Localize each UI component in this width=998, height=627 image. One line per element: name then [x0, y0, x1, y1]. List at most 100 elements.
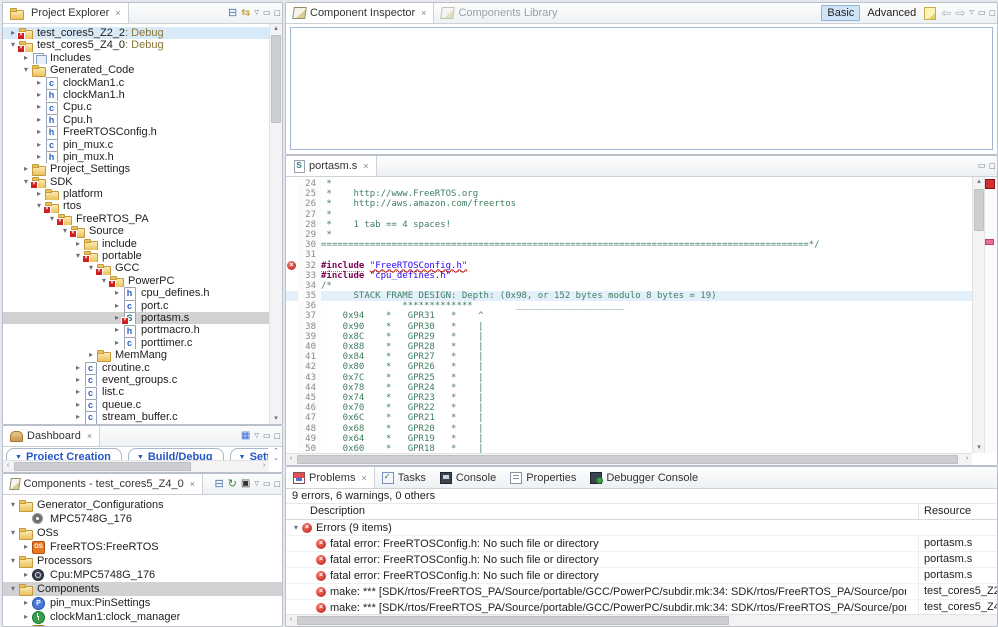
tree-row[interactable]: Cpu.h	[3, 114, 269, 127]
expander-icon[interactable]	[20, 596, 32, 610]
forward-arrow-icon[interactable]: ⇨	[955, 4, 965, 22]
tree-row[interactable]: Project_Settings	[3, 163, 269, 176]
tree-row[interactable]: OSs	[3, 526, 282, 540]
minimize-icon[interactable]: ▭	[263, 4, 271, 22]
project-explorer-vscrollbar[interactable]: ▴ ▾	[269, 24, 282, 424]
tree-row[interactable]: Generator_Configurations	[3, 498, 282, 512]
problems-hscrollbar[interactable]: ‹	[286, 614, 997, 626]
expander-icon[interactable]	[20, 624, 32, 626]
tree-row[interactable]: event_groups.c	[3, 374, 269, 387]
tree-row[interactable]: PowerPC	[3, 275, 269, 288]
tree-row[interactable]: GCC	[3, 262, 269, 275]
tree-row[interactable]: Processors	[3, 554, 282, 568]
tree-row[interactable]: pin_mux.h	[3, 151, 269, 164]
column-resource[interactable]: Resource	[918, 504, 997, 519]
maximize-icon[interactable]: □	[275, 475, 280, 493]
expander-icon[interactable]	[20, 540, 32, 554]
scroll-thumb[interactable]	[297, 616, 729, 625]
problems-group-row[interactable]: Errors (9 items)	[286, 520, 997, 536]
expander-icon[interactable]	[20, 610, 32, 624]
customize-icon[interactable]: ▦	[241, 427, 250, 445]
note-icon[interactable]	[924, 6, 937, 20]
close-icon[interactable]: ×	[87, 431, 92, 441]
expander-icon[interactable]	[33, 77, 45, 89]
scroll-thumb[interactable]	[271, 35, 281, 123]
expander-icon[interactable]	[33, 151, 45, 163]
code-area[interactable]: 24 * 25 * http://www.FreeRTOS.org 26 * h…	[286, 177, 972, 453]
expander-icon[interactable]	[33, 89, 45, 101]
collapse-all-icon[interactable]: ⊟	[214, 475, 223, 493]
scroll-down-icon[interactable]: ⌄	[270, 454, 282, 464]
tab-portasm[interactable]: portasm.s ×	[286, 156, 377, 176]
tree-row[interactable]: pin_mux:PinSettings	[3, 596, 282, 610]
tree-row[interactable]: clockMan1:clock_manager	[3, 610, 282, 624]
tree-row[interactable]: test_cores5_Z4_0 : Debug	[3, 39, 269, 52]
tree-row[interactable]: Components	[3, 582, 282, 596]
expander-icon[interactable]	[7, 554, 19, 568]
tab-component-inspector[interactable]: Component Inspector ×	[286, 3, 435, 23]
tab-dashboard[interactable]: Dashboard ×	[3, 426, 101, 446]
expander-icon[interactable]	[33, 188, 45, 200]
editor-hscrollbar[interactable]: ‹ ›	[286, 453, 972, 465]
close-icon[interactable]: ×	[115, 8, 120, 18]
mode-button[interactable]: Basic	[821, 5, 861, 21]
expander-icon[interactable]	[20, 64, 32, 76]
tree-row[interactable]: Includes	[3, 52, 269, 65]
view-menu-icon[interactable]: ▽	[969, 4, 974, 22]
tree-row[interactable]: portmacro.h	[3, 324, 269, 337]
bottom-view-tab[interactable]: Console	[433, 467, 503, 488]
tree-row[interactable]: port.c	[3, 300, 269, 312]
expander-icon[interactable]	[72, 238, 84, 250]
tree-row[interactable]: SDK	[3, 176, 269, 189]
tab-project-explorer[interactable]: Project Explorer ×	[3, 3, 129, 23]
scroll-left-icon[interactable]: ‹	[286, 615, 296, 625]
problem-row[interactable]: fatal error: FreeRTOSConfig.h: No such f…	[286, 568, 997, 584]
close-icon[interactable]: ×	[363, 161, 368, 171]
tree-row[interactable]: stream_buffer.c	[3, 411, 269, 424]
tree-row[interactable]: Cpu:MPC5748G_176	[3, 568, 282, 582]
expander-icon[interactable]	[20, 568, 32, 582]
tree-row[interactable]: queue.c	[3, 399, 269, 412]
generate-report-icon[interactable]: ▣	[241, 475, 250, 493]
expander-icon[interactable]	[111, 300, 123, 312]
tree-row[interactable]: test_cores5_Z2_2 : Debug	[3, 27, 269, 40]
expander-icon[interactable]	[111, 337, 123, 349]
tree-row[interactable]: FreeRTOS_PA	[3, 213, 269, 226]
maximize-icon[interactable]: □	[275, 4, 280, 22]
scroll-thumb[interactable]	[14, 462, 191, 471]
tree-row[interactable]: rtos	[3, 200, 269, 213]
bottom-view-tab[interactable]: Tasks	[375, 467, 433, 488]
generate-code-icon[interactable]: ↻	[228, 475, 237, 493]
tree-row[interactable]: MPC5748G_176	[3, 512, 282, 526]
expander-icon[interactable]	[33, 126, 45, 138]
problem-row[interactable]: fatal error: FreeRTOSConfig.h: No such f…	[286, 536, 997, 552]
expander-icon[interactable]	[72, 399, 84, 411]
maximize-icon[interactable]: □	[275, 427, 280, 445]
close-icon[interactable]: ×	[190, 479, 195, 489]
tree-row[interactable]: list.c	[3, 386, 269, 399]
expander-icon[interactable]	[72, 374, 84, 386]
dashboard-hscrollbar[interactable]: ‹ ›	[3, 460, 269, 472]
mode-button[interactable]: Advanced	[862, 6, 921, 20]
minimize-icon[interactable]: ▭	[978, 4, 986, 22]
tree-row[interactable]: porttimer.c	[3, 337, 269, 350]
tree-row[interactable]: clockMan1.c	[3, 77, 269, 89]
expander-icon[interactable]	[7, 526, 19, 540]
expander-icon[interactable]	[72, 386, 84, 398]
expander-icon[interactable]	[33, 139, 45, 151]
scroll-right-icon[interactable]: ›	[259, 461, 269, 471]
view-menu-icon[interactable]: ▽	[254, 475, 259, 493]
tab-components[interactable]: Components - test_cores5_Z4_0 ×	[3, 474, 203, 494]
bottom-view-tab[interactable]: Properties	[503, 467, 583, 488]
expander-icon[interactable]	[33, 114, 45, 126]
tree-row[interactable]: portable	[3, 250, 269, 263]
scroll-up-icon[interactable]: ▴	[270, 24, 282, 34]
overview-ruler[interactable]	[984, 177, 997, 453]
tree-row[interactable]: portasm.s	[3, 311, 269, 325]
tree-row[interactable]: Cpu.c	[3, 101, 269, 114]
expander-icon[interactable]	[72, 411, 84, 423]
bottom-view-tab[interactable]: Debugger Console	[583, 467, 705, 488]
expander-icon[interactable]	[290, 523, 302, 532]
close-icon[interactable]: ×	[361, 473, 366, 483]
close-icon[interactable]: ×	[421, 8, 426, 18]
